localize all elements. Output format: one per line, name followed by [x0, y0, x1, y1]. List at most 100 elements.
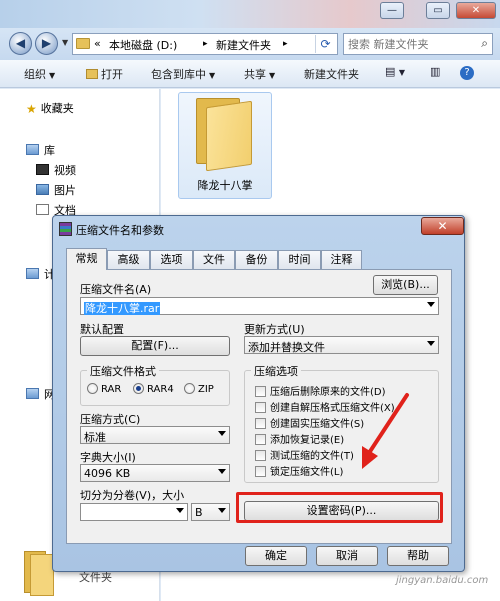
archive-name-value: 降龙十八掌.rar	[84, 302, 161, 315]
forward-button[interactable]: ▶	[35, 32, 58, 55]
include-library-menu[interactable]: 包含到库中 ▼	[151, 66, 215, 82]
archive-name-label: 压缩文件名(A)	[80, 283, 152, 296]
breadcrumb-separator[interactable]: ▸	[203, 39, 208, 49]
chevron-down-icon: ▼	[269, 71, 276, 80]
tab-time[interactable]: 时间	[278, 250, 321, 269]
profile-button[interactable]: 配置(F)...	[80, 336, 230, 356]
nav-videos-label: 视频	[54, 164, 76, 177]
include-library-label: 包含到库中	[151, 68, 206, 81]
browse-button[interactable]: 浏览(B)...	[373, 275, 438, 295]
tab-files[interactable]: 文件	[193, 250, 235, 269]
checkbox-icon	[255, 466, 266, 477]
maximize-button[interactable]: ▭	[426, 2, 450, 19]
tab-options[interactable]: 选项	[150, 250, 193, 269]
back-button[interactable]: ◀	[9, 32, 32, 55]
nav-libraries[interactable]: 库	[26, 142, 55, 158]
preview-pane-button[interactable]: ▥	[430, 65, 440, 83]
ok-button[interactable]: 确定	[245, 546, 307, 566]
search-box[interactable]: ⌕	[343, 33, 493, 55]
dialog-title: 压缩文件名和参数	[76, 224, 164, 237]
method-select[interactable]: 标准	[80, 426, 230, 444]
chevron-down-icon	[218, 469, 226, 474]
change-view-button[interactable]: ▤ ▼	[385, 65, 405, 83]
nav-libraries-label: 库	[44, 144, 55, 157]
solid-checkbox[interactable]: 创建固实压缩文件(S)	[255, 415, 364, 430]
recent-pages-dropdown-icon[interactable]: ▼	[62, 38, 68, 47]
test-files-checkbox[interactable]: 测试压缩的文件(T)	[255, 447, 354, 462]
archive-name-field[interactable]: 降龙十八掌.rar	[80, 297, 439, 315]
delete-after-checkbox[interactable]: 压缩后删除原来的文件(D)	[255, 383, 386, 398]
split-unit-value: B	[195, 506, 203, 519]
search-icon[interactable]: ⌕	[481, 36, 488, 51]
options-group: 压缩选项 压缩后删除原来的文件(D) 创建自解压格式压缩文件(X) 创建固实压缩…	[244, 363, 439, 483]
nav-videos[interactable]: 视频	[36, 162, 76, 178]
library-icon	[26, 144, 39, 155]
help-button[interactable]: ?	[460, 65, 474, 83]
nav-pictures-label: 图片	[54, 184, 76, 197]
organize-menu[interactable]: 组织 ▼	[24, 66, 55, 82]
checkbox-icon	[255, 434, 266, 445]
breadcrumb-separator[interactable]: ▸	[283, 39, 288, 49]
password-button-highlight	[236, 492, 443, 523]
picture-icon	[36, 184, 49, 195]
tab-advanced[interactable]: 高级	[107, 250, 150, 269]
new-folder-button[interactable]: 新建文件夹	[304, 66, 359, 82]
checkbox-icon	[255, 402, 266, 413]
explorer-titlebar: — ▭ ✕	[0, 0, 500, 28]
chevron-down-icon	[218, 508, 226, 513]
format-zip-radio[interactable]: ZIP	[184, 383, 214, 395]
update-mode-value: 添加并替换文件	[248, 341, 325, 354]
breadcrumb-folder[interactable]: 新建文件夹	[216, 37, 271, 53]
format-rar4-radio[interactable]: RAR4	[133, 383, 174, 395]
address-bar[interactable]: « 本地磁盘 (D:) ▸ 新建文件夹 ▸ ⟳	[72, 33, 338, 55]
breadcrumb-overflow[interactable]: «	[94, 37, 101, 50]
close-button[interactable]: ✕	[456, 2, 496, 19]
radio-icon	[184, 383, 195, 394]
help-icon: ?	[460, 66, 474, 80]
radio-selected-icon	[133, 383, 144, 394]
format-rar-label: RAR	[101, 384, 122, 395]
chevron-down-icon	[427, 341, 435, 346]
dict-size-select[interactable]: 4096 KB	[80, 464, 230, 482]
minimize-button[interactable]: —	[380, 2, 404, 19]
breadcrumb-drive[interactable]: 本地磁盘 (D:)	[109, 37, 177, 53]
chevron-down-icon[interactable]	[176, 508, 184, 513]
test-files-label: 测试压缩的文件(T)	[270, 451, 354, 462]
update-mode-select[interactable]: 添加并替换文件	[244, 336, 439, 354]
nav-network[interactable]: 网	[26, 386, 55, 402]
split-unit-select[interactable]: B	[191, 503, 230, 521]
nav-computer[interactable]: 计	[26, 266, 55, 282]
search-input[interactable]	[348, 36, 468, 52]
format-rar-radio[interactable]: RAR	[87, 383, 121, 395]
nav-pictures[interactable]: 图片	[36, 182, 76, 198]
chevron-down-icon: ▼	[398, 68, 406, 77]
folder-icon	[196, 98, 252, 172]
tab-general[interactable]: 常规	[66, 248, 107, 270]
share-menu[interactable]: 共享 ▼	[244, 66, 275, 82]
tab-comment[interactable]: 注释	[321, 250, 362, 269]
forward-arrow-icon: ▶	[41, 36, 52, 50]
refresh-icon[interactable]: ⟳	[315, 35, 335, 53]
folder-item-selected[interactable]: 降龙十八掌	[178, 92, 272, 199]
winrar-icon	[59, 222, 72, 236]
split-size-field[interactable]	[80, 503, 188, 521]
lock-archive-checkbox[interactable]: 锁定压缩文件(L)	[255, 463, 343, 478]
checkbox-icon	[255, 450, 266, 461]
dialog-close-button[interactable]: ✕	[421, 217, 464, 235]
open-folder-icon	[86, 69, 98, 79]
dict-size-value: 4096 KB	[84, 467, 131, 480]
address-row: ◀ ▶ ▼ « 本地磁盘 (D:) ▸ 新建文件夹 ▸ ⟳ ⌕	[0, 28, 500, 60]
tab-backup[interactable]: 备份	[235, 250, 278, 269]
cancel-button[interactable]: 取消	[316, 546, 378, 566]
sfx-checkbox[interactable]: 创建自解压格式压缩文件(X)	[255, 399, 395, 414]
organize-label: 组织	[24, 68, 46, 81]
star-icon: ★	[26, 102, 37, 116]
delete-after-label: 压缩后删除原来的文件(D)	[270, 387, 386, 398]
open-button[interactable]: 打开	[86, 66, 123, 82]
help-button[interactable]: 帮助	[387, 546, 449, 566]
recovery-record-checkbox[interactable]: 添加恢复记录(E)	[255, 431, 344, 446]
nav-favorites[interactable]: ★ 收藏夹	[26, 100, 74, 116]
chevron-down-icon[interactable]	[427, 302, 435, 307]
open-label: 打开	[101, 68, 123, 81]
recovery-record-label: 添加恢复记录(E)	[270, 435, 345, 446]
